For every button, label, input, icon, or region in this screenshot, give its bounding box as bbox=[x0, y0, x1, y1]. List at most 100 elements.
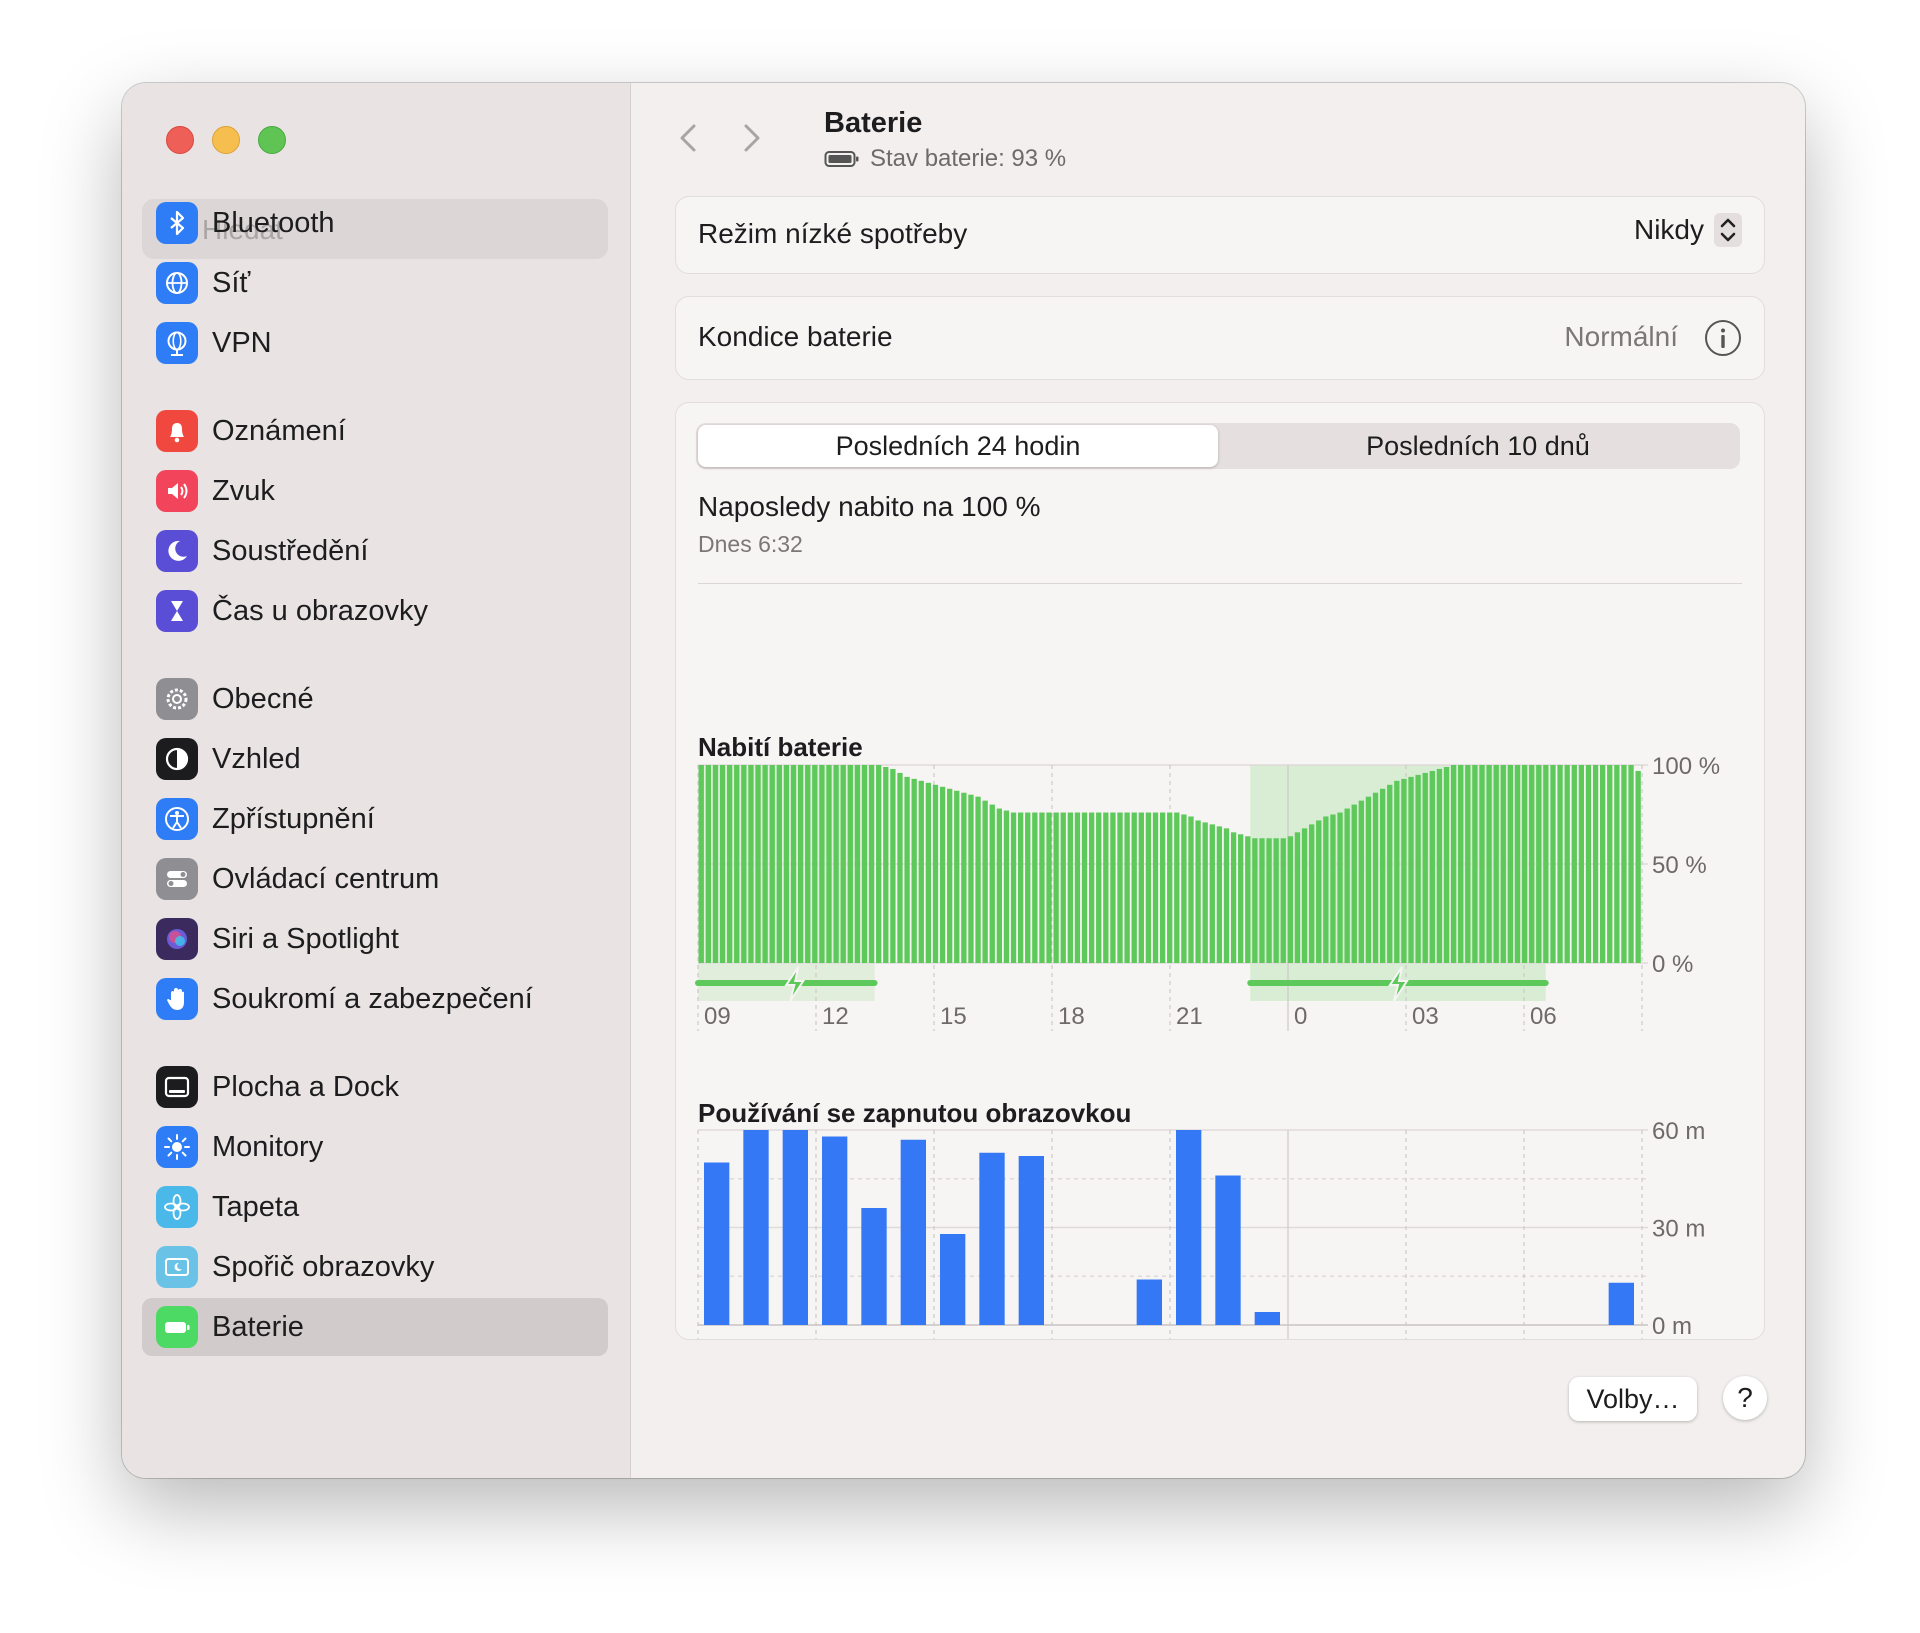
battery-bar bbox=[1337, 812, 1343, 963]
sidebar-item-moon[interactable]: Soustředění bbox=[142, 522, 608, 580]
battery-bar bbox=[1060, 812, 1066, 963]
sidebar-item-bell[interactable]: Oznámení bbox=[142, 402, 608, 460]
usage-bar bbox=[1018, 1156, 1044, 1325]
sidebar-item-toggles[interactable]: Ovládací centrum bbox=[142, 850, 608, 908]
sidebar-item-globe[interactable]: Síť bbox=[142, 254, 608, 312]
usage-bar bbox=[822, 1136, 848, 1325]
battery-status-text: Stav baterie: 93 % bbox=[870, 145, 1067, 172]
battery-bar bbox=[1351, 804, 1357, 963]
battery-bar bbox=[1550, 765, 1556, 963]
sidebar-item-label: Zpřístupnění bbox=[212, 802, 375, 835]
battery-health-value: Normální bbox=[1564, 321, 1678, 352]
battery-bar bbox=[961, 792, 967, 963]
usage-bar bbox=[1254, 1312, 1280, 1325]
forward-chevron-icon[interactable] bbox=[731, 118, 771, 158]
battery-bar bbox=[1472, 765, 1478, 963]
battery-bar bbox=[1309, 824, 1315, 963]
battery-bar bbox=[932, 784, 939, 963]
appearance-icon bbox=[156, 738, 198, 780]
battery-bar bbox=[1578, 765, 1585, 963]
battery-bar bbox=[1536, 765, 1542, 963]
battery-bar bbox=[1273, 838, 1279, 963]
battery-bar bbox=[826, 765, 832, 963]
usage-x-tick: 12 bbox=[822, 1337, 849, 1339]
tab-last-10-days[interactable]: Posledních 10 dnů bbox=[1218, 425, 1738, 467]
battery-bar bbox=[1053, 812, 1059, 963]
battery-health-label: Kondice baterie bbox=[698, 321, 893, 352]
bell-icon bbox=[156, 410, 198, 452]
sidebar-item-bluetooth[interactable]: Bluetooth bbox=[142, 194, 608, 252]
sidebar-item-accessibility[interactable]: Zpřístupnění bbox=[142, 790, 608, 848]
sidebar-item-flower[interactable]: Tapeta bbox=[142, 1178, 608, 1236]
battery-bar bbox=[989, 804, 995, 963]
minimize-button[interactable] bbox=[212, 126, 240, 154]
battery-bar bbox=[755, 765, 761, 963]
battery-bar bbox=[1372, 792, 1379, 963]
hourglass-icon bbox=[156, 590, 198, 632]
battery-bar bbox=[1316, 820, 1322, 963]
options-button[interactable]: Volby… bbox=[1569, 1377, 1697, 1421]
battery-bar bbox=[805, 765, 811, 963]
sidebar-item-label: Baterie bbox=[212, 1310, 304, 1343]
help-button[interactable]: ? bbox=[1723, 1376, 1767, 1420]
battery-bar bbox=[1458, 765, 1464, 963]
sidebar-item-vpn-globe[interactable]: VPN bbox=[142, 314, 608, 372]
sidebar-item-label: Monitory bbox=[212, 1130, 324, 1163]
battery-bar bbox=[1230, 832, 1237, 963]
battery-bar bbox=[1152, 812, 1159, 963]
battery-bar bbox=[734, 765, 740, 963]
battery-bar bbox=[1429, 770, 1435, 963]
sidebar-item-hourglass[interactable]: Čas u obrazovky bbox=[142, 582, 608, 640]
usage-x-tick: 03 bbox=[1412, 1337, 1439, 1339]
close-button[interactable] bbox=[166, 126, 194, 154]
battery-bar bbox=[1202, 822, 1208, 963]
sidebar-item-screensaver[interactable]: Spořič obrazovky bbox=[142, 1238, 608, 1296]
battery-bar bbox=[897, 772, 903, 963]
battery-bar bbox=[748, 765, 754, 963]
hand-icon bbox=[156, 978, 198, 1020]
battery-bar bbox=[1181, 814, 1187, 963]
back-chevron-icon[interactable] bbox=[669, 118, 709, 158]
range-segmented-control: Posledních 24 hodin Posledních 10 dnů bbox=[696, 423, 1740, 469]
battery-bar bbox=[1443, 766, 1450, 963]
sidebar-item-speaker[interactable]: Zvuk bbox=[142, 462, 608, 520]
dock-icon bbox=[156, 1066, 198, 1108]
battery-x-tick: 03 bbox=[1412, 1003, 1439, 1030]
battery-bar bbox=[996, 808, 1003, 963]
usage-bar bbox=[704, 1162, 730, 1325]
usage-bar bbox=[900, 1139, 926, 1325]
sidebar-item-gear[interactable]: Obecné bbox=[142, 670, 608, 728]
battery-bar bbox=[1521, 765, 1528, 963]
battery-bar bbox=[1564, 765, 1570, 963]
battery-bar bbox=[1025, 812, 1031, 963]
battery-bar bbox=[1209, 824, 1215, 963]
sidebar-item-battery[interactable]: Baterie bbox=[142, 1298, 608, 1356]
battery-bar bbox=[1096, 812, 1102, 963]
low-power-label: Režim nízké spotřeby bbox=[698, 218, 968, 249]
battery-bar bbox=[1543, 765, 1549, 963]
usage-bar bbox=[743, 1130, 769, 1325]
battery-bar bbox=[741, 765, 747, 963]
battery-bar bbox=[1493, 765, 1499, 963]
usage-x-tick: 18 bbox=[1058, 1337, 1085, 1339]
bluetooth-icon bbox=[156, 202, 198, 244]
low-power-value: Nikdy bbox=[1633, 214, 1704, 245]
info-icon[interactable] bbox=[1704, 319, 1742, 357]
zoom-button[interactable] bbox=[258, 126, 286, 154]
battery-y-tick: 100 % bbox=[1652, 753, 1720, 780]
battery-bar bbox=[876, 765, 882, 963]
battery-status-icon bbox=[824, 151, 859, 167]
sidebar-item-sun[interactable]: Monitory bbox=[142, 1118, 608, 1176]
battery-bar bbox=[719, 765, 726, 963]
battery-bar bbox=[712, 765, 719, 963]
battery-bar bbox=[1621, 765, 1627, 963]
sidebar-item-appearance[interactable]: Vzhled bbox=[142, 730, 608, 788]
battery-bar bbox=[1514, 765, 1521, 963]
low-power-select[interactable]: Nikdy bbox=[1634, 213, 1742, 247]
battery-bar bbox=[1301, 828, 1308, 963]
sidebar-item-siri[interactable]: Siri a Spotlight bbox=[142, 910, 608, 968]
battery-bar bbox=[1507, 765, 1514, 963]
sidebar-item-dock[interactable]: Plocha a Dock bbox=[142, 1058, 608, 1116]
sidebar-item-hand[interactable]: Soukromí a zabezpečení bbox=[142, 970, 608, 1028]
tab-last-24-hours[interactable]: Posledních 24 hodin bbox=[698, 425, 1218, 467]
